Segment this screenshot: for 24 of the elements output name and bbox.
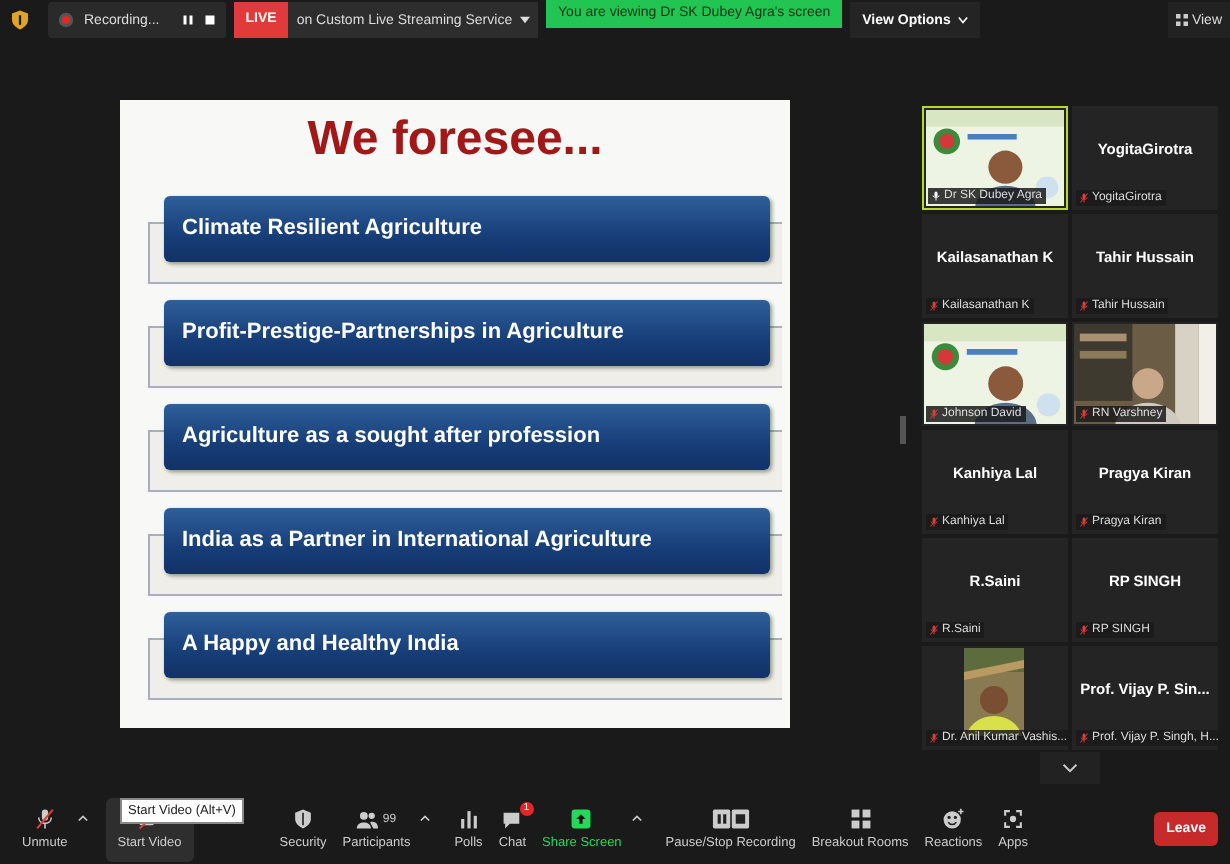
chevron-down-icon (1062, 760, 1078, 776)
splitter-handle[interactable] (900, 416, 906, 444)
slide-item-text: Agriculture as a sought after profession (182, 424, 601, 448)
grid-icon (849, 808, 872, 830)
slide-item-text: Climate Resilient Agriculture (182, 216, 482, 240)
slide-title: We foresee... (305, 111, 605, 167)
grid-icon (1175, 14, 1188, 26)
shield-icon (292, 808, 314, 830)
slide-item-text: A Happy and Healthy India (182, 632, 459, 656)
chevron-down-icon (958, 15, 969, 24)
record-icon (58, 12, 74, 28)
apps-icon (1002, 808, 1025, 830)
slide-item-text: Profit-Prestige-Partnerships in Agriculture (182, 320, 624, 344)
stop-icon[interactable] (203, 14, 216, 26)
pause-stop-icon (711, 808, 750, 830)
pause-icon[interactable] (181, 14, 194, 26)
speech-bubble-icon (501, 808, 524, 830)
shield-icon[interactable] (12, 10, 28, 30)
smiley-icon (942, 808, 965, 830)
muted-microphone-icon (33, 808, 56, 830)
slide-item-text: India as a Partner in International Agriculture (182, 528, 652, 552)
dropdown-caret-icon (520, 15, 531, 24)
people-icon (356, 808, 379, 830)
bar-chart-icon (457, 808, 480, 830)
